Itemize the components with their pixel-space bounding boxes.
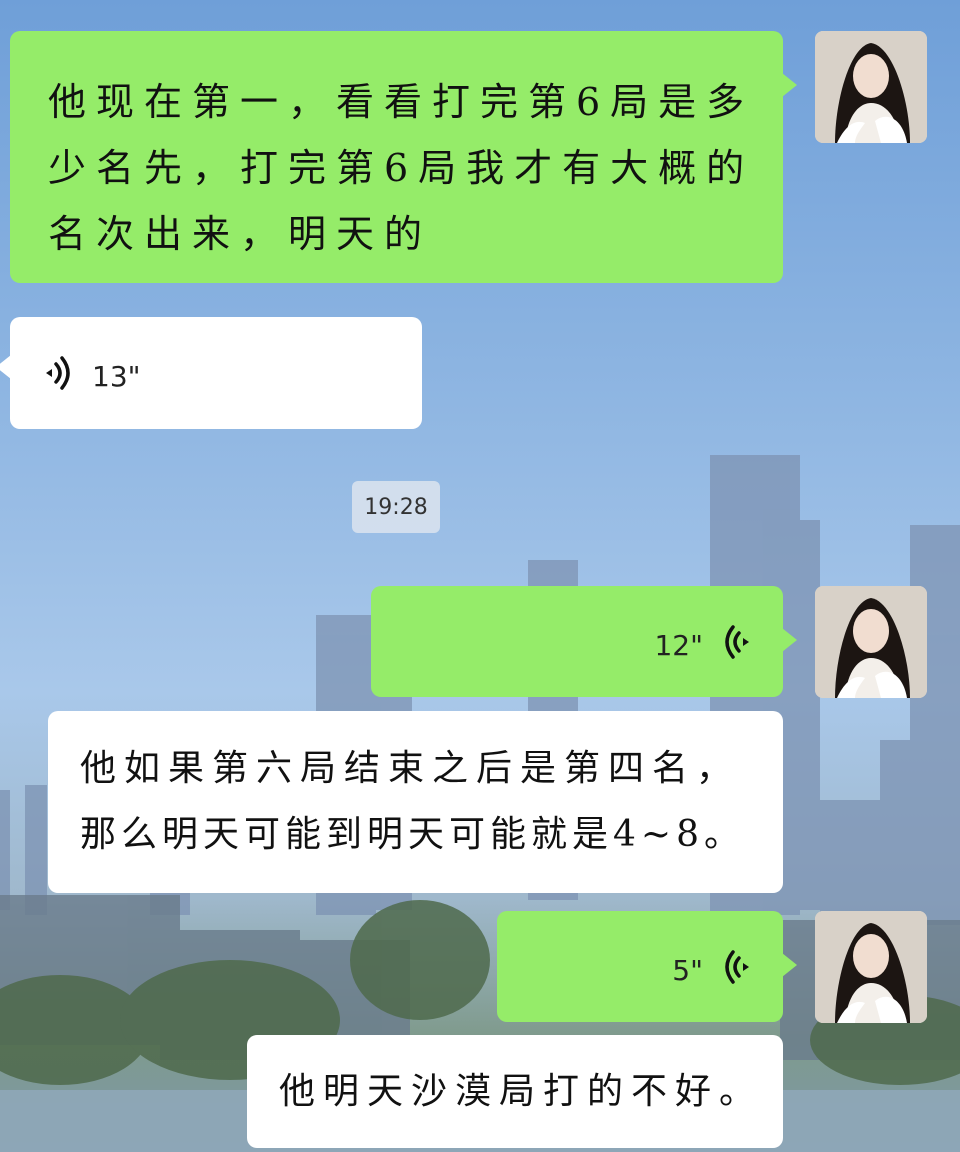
received-text-bubble-2[interactable]: 他明天沙漠局打的不好。: [247, 1035, 783, 1148]
voice-wave-icon: [36, 353, 76, 400]
message-text-line: 那么明天可能到明天可能就是4~8。: [80, 814, 745, 855]
voice-wave-icon: [719, 947, 759, 994]
user-avatar-image: [815, 31, 927, 143]
received-text-bubble-1[interactable]: 他如果第六局结束之后是第四名， 那么明天可能到明天可能就是4~8。: [48, 711, 783, 893]
message-text-line: 名次出来，明天的: [48, 212, 433, 256]
voice-duration: 13": [92, 360, 141, 393]
sent-text-bubble-1[interactable]: 他现在第一，看看打完第6局是多 少名先，打完第6局我才有大概的 名次出来，明天的: [10, 31, 797, 283]
voice-duration: 12": [654, 629, 703, 662]
message-text-line: 他明天沙漠局打的不好。: [279, 1071, 764, 1112]
voice-wave-icon: [719, 622, 759, 669]
user-avatar-image: [815, 911, 927, 1023]
message-text-line: 他现在第一，看看打完第6局是多: [48, 80, 755, 124]
sent-voice-bubble-1[interactable]: 12": [371, 586, 797, 697]
message-text-line: 少名先，打完第6局我才有大概的: [48, 146, 755, 190]
voice-duration: 5": [672, 954, 703, 987]
chat-timestamp: 19:28: [352, 481, 440, 533]
avatar[interactable]: [815, 911, 927, 1023]
avatar[interactable]: [815, 31, 927, 143]
received-voice-bubble-1[interactable]: 13": [0, 317, 422, 429]
message-text-line: 他如果第六局结束之后是第四名，: [80, 748, 741, 789]
sent-voice-bubble-2[interactable]: 5": [497, 911, 797, 1022]
avatar[interactable]: [815, 586, 927, 698]
user-avatar-image: [815, 586, 927, 698]
